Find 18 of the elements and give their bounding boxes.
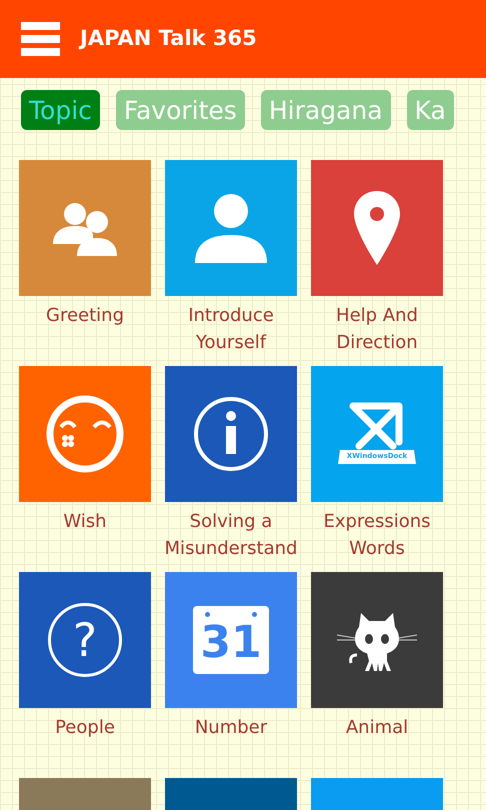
tab[interactable]: Topic: [21, 90, 100, 130]
tab[interactable]: Hiragana: [260, 90, 391, 130]
tab[interactable]: Ka: [406, 90, 454, 130]
question-icon: ?: [48, 603, 122, 677]
tile-label: Solving a Misunderstand: [164, 510, 298, 561]
tile-label: Animal: [344, 716, 410, 740]
tile-label: People: [54, 716, 116, 740]
tile-label: Greeting: [45, 304, 125, 328]
topic-tile[interactable]: 31: [165, 572, 297, 708]
tab[interactable]: Favorites: [116, 90, 245, 130]
app-title: JAPAN Talk 365: [80, 25, 257, 52]
calendar-icon: 31: [193, 606, 269, 674]
tile-label: Number: [194, 716, 268, 740]
tile-label: Expressions Words: [322, 510, 432, 561]
tile-label: Introduce Yourself: [187, 304, 275, 355]
tile-label: Wish: [62, 510, 108, 534]
tile-label: Help And Direction: [335, 304, 419, 355]
topic-tile[interactable]: ?: [19, 572, 151, 708]
